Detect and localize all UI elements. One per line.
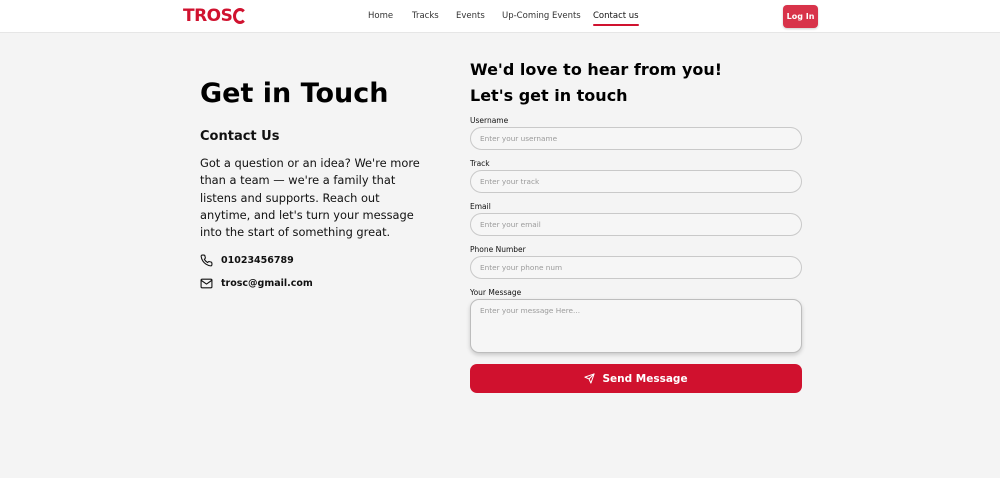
phone-icon (200, 254, 213, 267)
mail-icon (200, 278, 213, 289)
intro-text: Got a question or an idea? We're more th… (200, 156, 420, 240)
email-label: Email (470, 202, 491, 211)
nav-tracks[interactable]: Tracks (412, 11, 439, 21)
track-label: Track (470, 159, 490, 168)
login-button[interactable]: Log In (783, 5, 818, 28)
contact-phone: 01023456789 (200, 254, 294, 267)
send-icon (584, 373, 596, 384)
send-message-label: Send Message (602, 372, 688, 385)
message-label: Your Message (470, 288, 522, 297)
page-title: Get in Touch (200, 78, 389, 109)
nav-home[interactable]: Home (368, 11, 393, 21)
contact-email: trosc@gmail.com (200, 277, 313, 290)
form-heading-secondary: Let's get in touch (470, 86, 628, 105)
nav-upcoming-events[interactable]: Up-Coming Events (502, 11, 581, 21)
email-input[interactable] (470, 213, 802, 236)
contact-us-heading: Contact Us (200, 129, 280, 144)
phone-label: Phone Number (470, 245, 526, 254)
nav-contact-us[interactable]: Contact us (593, 11, 639, 26)
message-textarea[interactable] (470, 299, 802, 353)
username-input[interactable] (470, 127, 802, 150)
nav-events[interactable]: Events (456, 11, 485, 21)
main-nav: Home Tracks Events Up-Coming Events Cont… (0, 0, 1000, 33)
email-address: trosc@gmail.com (221, 278, 313, 289)
track-input[interactable] (470, 170, 802, 193)
form-heading-primary: We'd love to hear from you! (470, 60, 723, 79)
top-navbar: TROS Home Tracks Events Up-Coming Events… (0, 0, 1000, 33)
send-message-button[interactable]: Send Message (470, 364, 802, 393)
phone-number: 01023456789 (221, 255, 294, 266)
username-label: Username (470, 116, 509, 125)
phone-input[interactable] (470, 256, 802, 279)
